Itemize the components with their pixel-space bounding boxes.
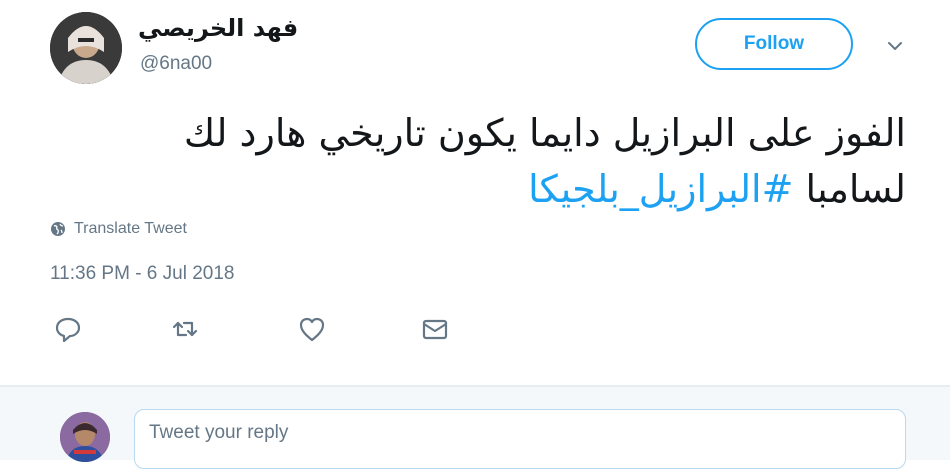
like-icon[interactable]	[297, 314, 327, 344]
tweet-text-plain: لسامبا	[793, 167, 906, 211]
tweet-text: الفوز على البرازيل دايما يكون تاريخي هار…	[120, 105, 906, 217]
reply-icon[interactable]	[53, 314, 83, 344]
reply-input[interactable]: Tweet your reply	[134, 409, 906, 469]
author-handle[interactable]: @6na00	[140, 53, 212, 75]
author-display-name[interactable]: فهد الخريصي	[138, 14, 298, 42]
translate-tweet-label: Translate Tweet	[74, 220, 187, 237]
tweet-text-line-1: الفوز على البرازيل دايما يكون تاريخي هار…	[183, 111, 906, 155]
direct-message-icon[interactable]	[420, 314, 450, 344]
globe-icon	[51, 222, 65, 236]
follow-button[interactable]: Follow	[695, 18, 853, 70]
author-avatar[interactable]	[50, 12, 122, 84]
tweet-card: فهد الخريصي @6na00 Follow الفوز على البر…	[0, 0, 950, 469]
chevron-down-icon[interactable]	[884, 38, 906, 54]
tweet-timestamp[interactable]: 11:36 PM - 6 Jul 2018	[50, 263, 234, 285]
reply-composer: Tweet your reply	[0, 387, 950, 469]
translate-tweet-link[interactable]: Translate Tweet	[50, 217, 187, 241]
tweet-text-line-2: لسامبا #البرازيل_بلجيكا	[120, 161, 906, 217]
viewer-avatar[interactable]	[60, 412, 110, 462]
hashtag-link[interactable]: #البرازيل_بلجيكا	[528, 167, 793, 211]
tweet-header: فهد الخريصي @6na00 Follow	[0, 0, 950, 90]
retweet-icon[interactable]	[170, 314, 200, 344]
